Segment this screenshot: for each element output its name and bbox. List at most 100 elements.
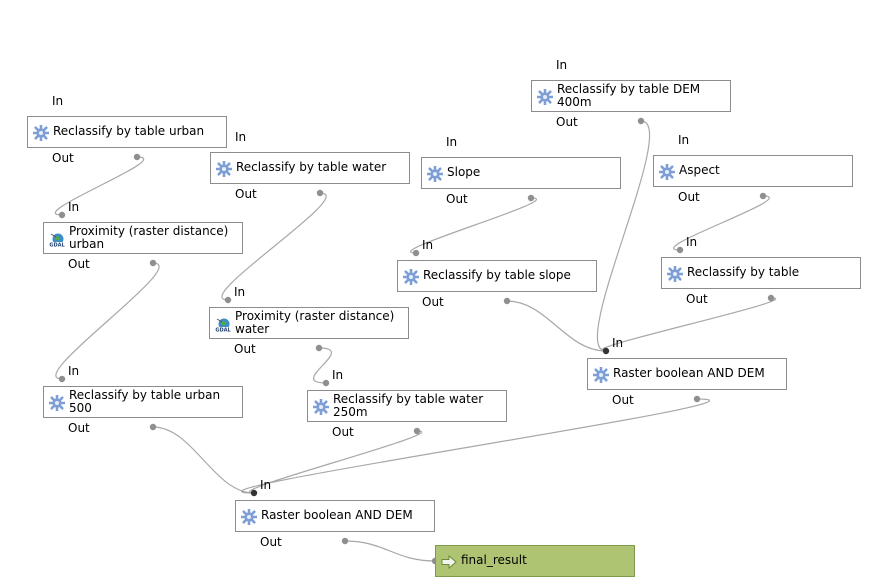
node-reclass-urban-500[interactable]: Reclassify by table urban 500 <box>43 386 243 418</box>
output-port-dot[interactable] <box>413 427 421 435</box>
node-aspect[interactable]: Aspect <box>653 155 853 187</box>
output-port-label: Out <box>446 192 468 206</box>
node-label: Raster boolean AND DEM <box>261 508 413 522</box>
gear-icon <box>402 268 420 286</box>
node-label: Reclassify by table DEM 400m <box>557 82 701 109</box>
node-label: Aspect <box>679 163 720 177</box>
input-port-label: In <box>235 130 247 144</box>
node-label: Reclassify by table <box>687 265 800 279</box>
connection-prox-water-to-reclass-water-250[interactable] <box>312 347 333 384</box>
node-reclass-dem[interactable]: Reclassify by table DEM 400m <box>531 80 731 112</box>
node-label: Proximity (raster distance) water <box>235 309 395 336</box>
output-port-dot[interactable] <box>315 344 323 352</box>
gear-icon <box>312 398 330 416</box>
node-reclass-slope[interactable]: Reclassify by table slope <box>397 260 597 292</box>
input-port-label: In <box>260 478 272 492</box>
node-label: Reclassify by table urban 500 <box>69 388 221 415</box>
input-port-label: In <box>68 200 80 214</box>
svg-text:GDAL: GDAL <box>49 243 65 248</box>
output-port-label: Out <box>556 115 578 129</box>
connection-prox-urban-to-reclass-urban-500[interactable] <box>55 262 160 380</box>
node-label: Proximity (raster distance) urban <box>69 224 229 251</box>
output-port-label: Out <box>234 342 256 356</box>
gdal-icon: GDAL <box>215 316 231 334</box>
node-reclass-water[interactable]: Reclassify by table water <box>210 152 410 184</box>
input-port-dot[interactable] <box>58 375 66 383</box>
output-port-dot[interactable] <box>767 294 775 302</box>
output-port-dot[interactable] <box>341 537 349 545</box>
model-canvas[interactable]: Reclassify by table urban In Out Reclassify… <box>0 0 873 587</box>
output-port-dot[interactable] <box>527 194 535 202</box>
input-port-label: In <box>68 364 80 378</box>
output-port-dot[interactable] <box>316 189 324 197</box>
gear-icon <box>592 366 610 384</box>
output-port-dot[interactable] <box>149 423 157 431</box>
input-port-dot[interactable] <box>224 296 232 304</box>
gdal-icon: GDAL <box>49 231 65 249</box>
input-port-label: In <box>422 238 434 252</box>
input-port-dot[interactable] <box>250 489 258 497</box>
connection-reclass-urban-500-to-and-dem-2[interactable] <box>152 426 255 494</box>
output-port-dot[interactable] <box>759 192 767 200</box>
output-arrow-icon <box>441 554 457 570</box>
gear-icon <box>426 165 444 183</box>
node-label: Raster boolean AND DEM <box>613 366 765 380</box>
output-port-dot[interactable] <box>693 395 701 403</box>
output-port-label: Out <box>52 151 74 165</box>
input-port-dot[interactable] <box>58 211 66 219</box>
output-port-dot[interactable] <box>637 117 645 125</box>
input-port-label: In <box>52 94 64 108</box>
output-port-label: Out <box>422 295 444 309</box>
output-port-label: Out <box>612 393 634 407</box>
node-final[interactable]: final_result <box>435 545 635 577</box>
gear-icon <box>240 508 258 526</box>
output-port-label: Out <box>68 421 90 435</box>
node-label: Reclassify by table slope <box>423 268 571 282</box>
output-port-dot[interactable] <box>149 259 157 267</box>
node-prox-urban[interactable]: GDAL Proximity (raster distance) urban <box>43 222 243 254</box>
input-port-label: In <box>446 135 458 149</box>
output-port-label: Out <box>332 425 354 439</box>
connection-and-dem-2-to-final[interactable] <box>344 540 436 562</box>
node-and-dem-1[interactable]: Raster boolean AND DEM <box>587 358 787 390</box>
node-label: Slope <box>447 165 481 179</box>
gear-icon <box>32 124 50 142</box>
connection-reclass-water-250-to-and-dem-2[interactable] <box>249 430 422 494</box>
node-label: Reclassify by table urban <box>53 124 205 138</box>
output-port-dot[interactable] <box>503 297 511 305</box>
gear-icon <box>666 265 684 283</box>
input-port-label: In <box>678 133 690 147</box>
input-port-label: In <box>234 285 246 299</box>
node-reclass-aspect[interactable]: Reclassify by table <box>661 257 861 289</box>
input-port-dot[interactable] <box>676 246 684 254</box>
connection-reclass-slope-to-and-dem-1[interactable] <box>506 300 607 352</box>
node-reclass-water-250[interactable]: Reclassify by table water 250m <box>307 390 507 422</box>
node-label: Reclassify by table water <box>236 160 387 174</box>
output-port-label: Out <box>686 292 708 306</box>
output-port-label: Out <box>68 257 90 271</box>
connections-layer <box>54 117 776 565</box>
gear-icon <box>215 160 233 178</box>
input-port-label: In <box>612 336 624 350</box>
gear-icon <box>536 88 554 106</box>
node-and-dem-2[interactable]: Raster boolean AND DEM <box>235 500 435 532</box>
node-label: Reclassify by table water 250m <box>333 392 484 419</box>
output-port-label: Out <box>235 187 257 201</box>
input-port-label: In <box>332 368 344 382</box>
gear-icon <box>48 394 66 412</box>
connection-reclass-dem-to-and-dem-1[interactable] <box>596 120 651 352</box>
input-port-label: In <box>556 58 568 72</box>
input-port-dot[interactable] <box>602 347 610 355</box>
input-port-dot[interactable] <box>322 379 330 387</box>
svg-text:GDAL: GDAL <box>215 328 231 333</box>
output-port-dot[interactable] <box>133 153 141 161</box>
node-reclass-urban[interactable]: Reclassify by table urban <box>27 116 227 148</box>
gear-icon <box>658 163 676 181</box>
output-port-label: Out <box>260 535 282 549</box>
input-port-dot[interactable] <box>412 249 420 257</box>
node-label: final_result <box>461 553 527 567</box>
input-port-label: In <box>686 235 698 249</box>
output-port-label: Out <box>678 190 700 204</box>
node-prox-water[interactable]: GDAL Proximity (raster distance) water <box>209 307 409 339</box>
node-slope[interactable]: Slope <box>421 157 621 189</box>
